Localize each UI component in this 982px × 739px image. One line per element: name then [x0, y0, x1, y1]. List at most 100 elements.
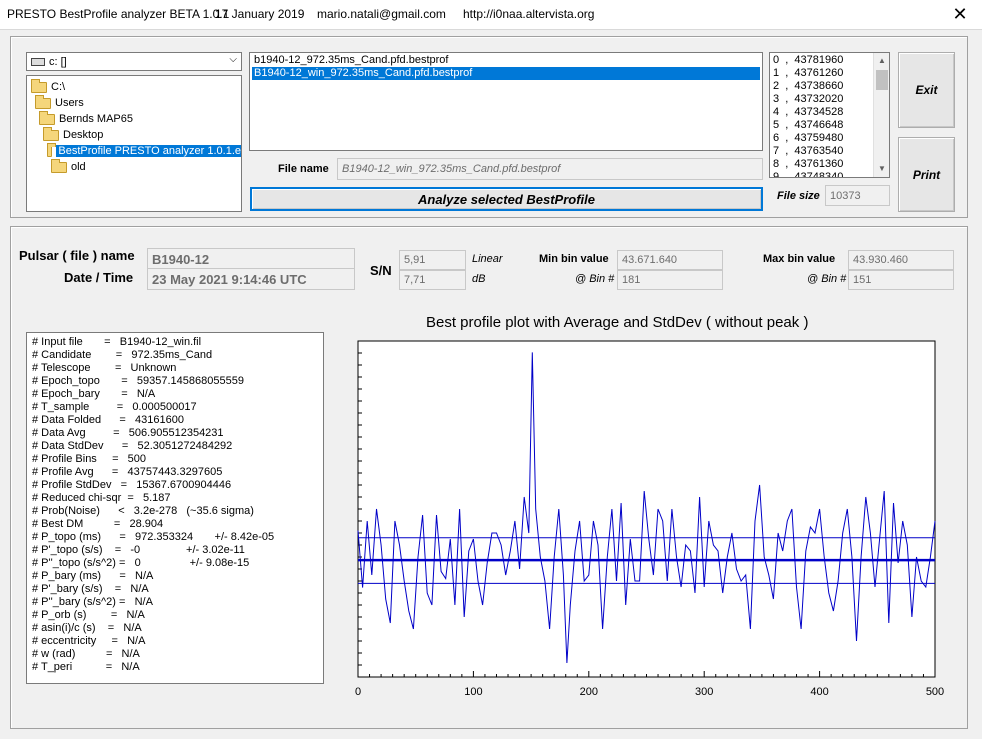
profile-chart: 0 100 200 300 400 500 — [355, 340, 944, 698]
header-line: # P_orb (s) = N/A — [32, 609, 145, 621]
x-axis-tick-label: 200 — [580, 686, 598, 698]
window-date: 17 January 2019 — [215, 7, 305, 21]
chevron-down-icon[interactable]: ⌵ — [229, 54, 237, 65]
header-line: # Telescope = Unknown — [32, 362, 177, 374]
pulsar-name-field: B1940-12 — [147, 248, 355, 270]
tree-item[interactable]: Users — [27, 94, 84, 111]
tree-item[interactable]: old — [27, 158, 86, 175]
profile-value-item[interactable]: 5 , 43746648 — [773, 119, 843, 132]
header-line: # Epoch_bary = N/A — [32, 388, 156, 400]
datetime-field: 23 May 2021 9:14:46 UTC — [147, 268, 355, 290]
header-line: # P'_bary (s/s) = N/A — [32, 583, 149, 595]
profile-value-item[interactable]: 7 , 43763540 — [773, 145, 843, 158]
file-size-field: 10373 — [825, 185, 890, 206]
header-line: # P_bary (ms) = N/A — [32, 570, 154, 582]
header-line: # Candidate = 972.35ms_Cand — [32, 349, 213, 361]
sn-linear-label: Linear — [472, 253, 503, 265]
header-line: # Profile Avg = 43757443.3297605 — [32, 466, 223, 478]
header-line: # Epoch_topo = 59357.145868055559 — [32, 375, 244, 387]
header-line: # Profile Bins = 500 — [32, 453, 147, 465]
profile-value-item[interactable]: 9 , 43748340 — [773, 171, 843, 177]
directory-tree[interactable]: C:\ Users Bernds MAP65 Desktop BestProfile P… — [26, 75, 242, 212]
max-bin-index-field: 151 — [848, 270, 954, 290]
folder-icon — [35, 94, 51, 109]
sn-linear-field: 5,91 — [399, 250, 466, 270]
scroll-up-icon[interactable]: ▲ — [874, 53, 889, 69]
tree-item-label: Bernds MAP65 — [59, 113, 133, 125]
file-list[interactable]: b1940-12_972.35ms_Cand.pfd.bestprof B1940… — [249, 52, 763, 151]
header-line: # Reduced chi-sqr = 5.187 — [32, 492, 171, 504]
header-line: # Data Avg = 506.905512354231 — [32, 427, 224, 439]
scrollbar[interactable]: ▲ ▼ — [873, 53, 889, 177]
close-icon[interactable]: ✕ — [948, 2, 972, 26]
title-bar: PRESTO BestProfile analyzer BETA 1.0.1 1… — [0, 0, 982, 30]
tree-item-label: Desktop — [63, 129, 104, 141]
tree-item-label: C:\ — [51, 81, 66, 93]
header-line: # P'_topo (s/s) = -0 +/- 3.02e-11 — [32, 544, 245, 556]
header-line: # P''_topo (s/s^2) = 0 +/- 9.08e-15 — [32, 557, 250, 569]
header-line: # Input file = B1940-12_win.fil — [32, 336, 202, 348]
file-list-item[interactable]: B1940-12_win_972.35ms_Cand.pfd.bestprof — [252, 67, 760, 80]
sn-db-label: dB — [472, 273, 486, 285]
drive-select-value: c: [] — [49, 55, 67, 68]
profile-value-item[interactable]: 2 , 43738660 — [773, 80, 843, 93]
header-line: # T_peri = N/A — [32, 661, 140, 673]
drive-select[interactable]: c: [] ⌵ — [26, 52, 242, 71]
tree-item[interactable]: Bernds MAP65 — [27, 110, 133, 127]
drive-icon — [31, 57, 45, 66]
sn-db-field: 7,71 — [399, 270, 466, 290]
header-line: # Prob(Noise) < 3.2e-278 (~35.6 sigma) — [32, 505, 254, 517]
folder-icon — [31, 78, 47, 93]
plot-area — [357, 340, 936, 678]
header-line: # eccentricity = N/A — [32, 635, 146, 647]
header-line: # P_topo (ms) = 972.353324 +/- 8.42e-05 — [32, 531, 275, 543]
file-name-label: File name — [278, 163, 329, 175]
author-email: mario.natali@gmail.com — [317, 7, 446, 21]
profile-value-item[interactable]: 4 , 43734528 — [773, 106, 843, 119]
folder-icon — [43, 126, 59, 141]
folder-icon — [51, 158, 67, 173]
tree-item-label: Users — [55, 97, 84, 109]
header-line: # Data StdDev = 52.3051272484292 — [32, 440, 233, 452]
print-button[interactable]: Print — [898, 137, 955, 212]
max-bin-value-field: 43.930.460 — [848, 250, 954, 270]
header-line: # asin(i)/c (s) = N/A — [32, 622, 142, 634]
max-bin-index-label: @ Bin # — [807, 273, 847, 285]
header-line: # T_sample = 0.000500017 — [32, 401, 197, 413]
tree-item-label: BestProfile PRESTO analyzer 1.0.1.e — [56, 145, 241, 157]
chart-title: Best profile plot with Average and StdDe… — [426, 314, 809, 331]
x-axis-tick-label: 500 — [926, 686, 944, 698]
profile-values-list[interactable]: 0 , 43781960 1 , 43761260 2 , 43738660 3 , … — [769, 52, 890, 178]
x-axis-tick-label: 400 — [810, 686, 828, 698]
datetime-label: Date / Time — [64, 270, 134, 285]
min-bin-index-label: @ Bin # — [575, 273, 615, 285]
profile-value-item[interactable]: 1 , 43761260 — [773, 67, 843, 80]
max-bin-label: Max bin value — [763, 253, 836, 265]
header-line: # Best DM = 28.904 — [32, 518, 164, 530]
header-line: # P''_bary (s/s^2) = N/A — [32, 596, 153, 608]
scroll-thumb[interactable] — [876, 70, 888, 90]
analyze-button[interactable]: Analyze selected BestProfile — [250, 187, 763, 211]
sn-label: S/N — [370, 263, 392, 278]
scroll-down-icon[interactable]: ▼ — [874, 161, 889, 177]
file-list-item[interactable]: b1940-12_972.35ms_Cand.pfd.bestprof — [252, 54, 760, 67]
tree-item[interactable]: Desktop — [27, 126, 104, 143]
min-bin-label: Min bin value — [539, 253, 609, 265]
header-line: # Data Folded = 43161600 — [32, 414, 184, 426]
author-url: http://i0naa.altervista.org — [463, 7, 595, 21]
profile-value-item[interactable]: 6 , 43759480 — [773, 132, 843, 145]
profile-value-item[interactable]: 8 , 43761360 — [773, 158, 843, 171]
tree-item[interactable]: BestProfile PRESTO analyzer 1.0.1.e — [27, 142, 241, 159]
folder-icon — [39, 110, 55, 125]
tree-item[interactable]: C:\ — [27, 78, 66, 95]
x-axis-tick-label: 100 — [464, 686, 482, 698]
window-title: PRESTO BestProfile analyzer BETA 1.0.1 — [7, 7, 230, 21]
file-name-field[interactable]: B1940-12_win_972.35ms_Cand.pfd.bestprof — [337, 158, 763, 180]
folder-icon — [47, 142, 57, 157]
file-size-label: File size — [777, 190, 820, 202]
profile-value-item[interactable]: 0 , 43781960 — [773, 54, 843, 67]
exit-button[interactable]: Exit — [898, 52, 955, 128]
bestprof-header-text[interactable]: # Input file = B1940-12_win.fil # Candida… — [26, 332, 324, 684]
profile-value-item[interactable]: 3 , 43732020 — [773, 93, 843, 106]
header-line: # Profile StdDev = 15367.6700904446 — [32, 479, 232, 491]
